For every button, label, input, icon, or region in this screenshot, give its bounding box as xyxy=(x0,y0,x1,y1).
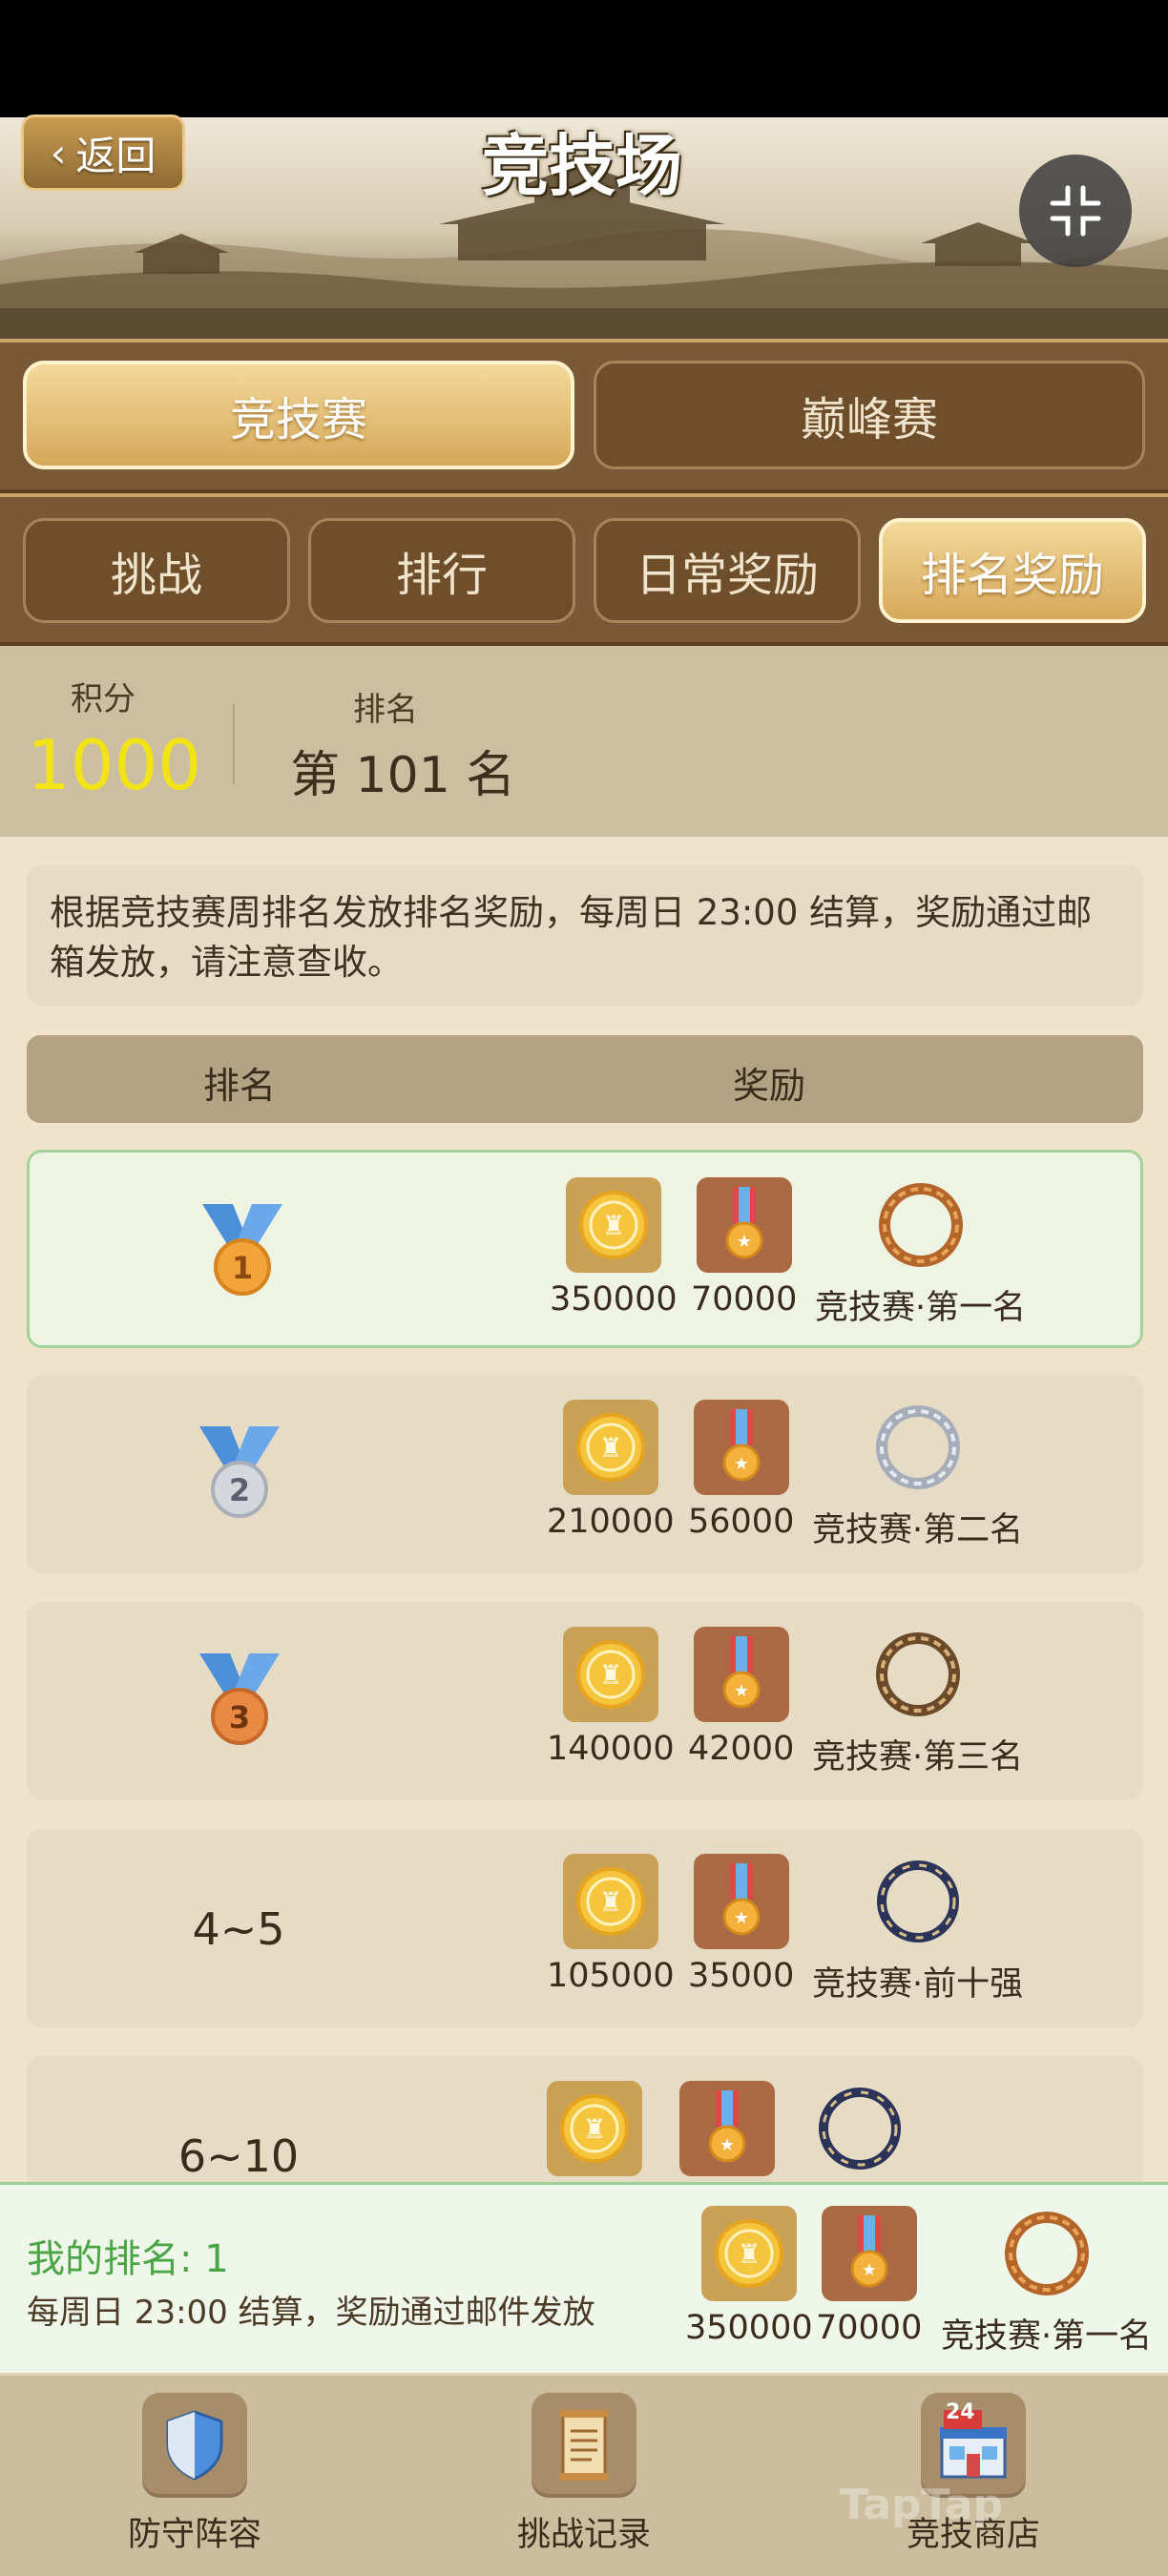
column-header-reward: 奖励 xyxy=(733,1065,806,1107)
my-frame-name: 竞技赛·第一名 xyxy=(941,2317,1153,2356)
my-rank-desc: 每周日 23:00 结算，奖励通过邮件发放 xyxy=(27,2294,595,2332)
watermark: TapTap xyxy=(840,2481,1004,2529)
nav-label: 防守阵容 xyxy=(127,2516,261,2554)
medal-amount: 56000 xyxy=(688,1503,795,1541)
shield-icon xyxy=(142,2393,247,2498)
medal-icon: ★ xyxy=(693,1854,789,1949)
status-bar xyxy=(0,0,1168,117)
table-row: 4~5 ♜ 105000 ★ 35000 竞技赛·前十强 xyxy=(27,1829,1143,2027)
medal-icon: ★ xyxy=(693,1400,789,1495)
collapse-button[interactable] xyxy=(1019,155,1132,267)
medal-icon: ★ xyxy=(696,1177,792,1273)
scroll-icon xyxy=(532,2393,636,2498)
tab-leaderboard[interactable]: 排行 xyxy=(308,518,575,623)
medal-icon: ★ xyxy=(693,1627,789,1722)
table-row: 2 ♜ 210000 ★ 56000 竞技赛·第二名 xyxy=(27,1375,1143,1573)
navy-frame-icon xyxy=(870,1854,966,1949)
frame-name: 竞技赛·第三名 xyxy=(812,1738,1024,1776)
svg-text:★: ★ xyxy=(734,1908,749,1928)
svg-text:★: ★ xyxy=(734,1681,749,1701)
nav-arena-shop[interactable]: 24 竞技商店 xyxy=(868,2393,1078,2556)
rank-range: 4~5 xyxy=(192,1903,285,1955)
coin-icon: ♜ xyxy=(700,2206,797,2301)
medal-icon: ★ xyxy=(821,2206,917,2301)
table-row: 1 ♜ 350000 ★ 70000 竞技赛·第一名 xyxy=(27,1150,1143,1348)
svg-text:★: ★ xyxy=(862,2260,877,2280)
svg-text:★: ★ xyxy=(737,1232,752,1252)
coin-amount: 350000 xyxy=(550,1280,678,1319)
table-header: 排名 奖励 xyxy=(27,1035,1143,1123)
tab-arena-match[interactable]: 竞技赛 xyxy=(23,361,574,469)
chevron-left-icon: ‹ xyxy=(50,129,67,177)
my-coin-amount: 350000 xyxy=(685,2309,813,2347)
svg-text:♜: ♜ xyxy=(598,1659,622,1691)
coin-icon: ♜ xyxy=(562,1854,658,1949)
page-title: 竞技场 xyxy=(482,127,682,205)
medal-amount: 42000 xyxy=(688,1730,795,1768)
gold-frame-icon xyxy=(999,2206,1095,2301)
tab-rank-rewards[interactable]: 排名奖励 xyxy=(879,518,1146,623)
svg-text:♜: ♜ xyxy=(601,1210,625,1241)
medal-amount: 35000 xyxy=(688,1957,795,1995)
shop-badge: 24 xyxy=(946,2400,975,2424)
nav-defense-lineup[interactable]: 防守阵容 xyxy=(90,2393,300,2556)
svg-text:♜: ♜ xyxy=(598,1432,622,1464)
svg-text:♜: ♜ xyxy=(598,1886,622,1918)
bronze-medal-icon: 3 xyxy=(199,1653,280,1745)
bottom-nav: 防守阵容 挑战记录 24 竞技商店 xyxy=(0,2373,1168,2576)
coin-amount: 105000 xyxy=(547,1957,675,1995)
bronze-frame-icon xyxy=(870,1627,966,1722)
frame-name: 竞技赛·前十强 xyxy=(812,1965,1024,2004)
coin-icon: ♜ xyxy=(562,1400,658,1495)
rank-value: 第 101 名 xyxy=(290,747,516,804)
my-medal-amount: 70000 xyxy=(816,2309,923,2347)
tab-peak-match[interactable]: 巅峰赛 xyxy=(594,361,1145,469)
svg-text:★: ★ xyxy=(720,2135,735,2155)
svg-text:2: 2 xyxy=(229,1472,250,1508)
tab-daily-rewards[interactable]: 日常奖励 xyxy=(594,518,861,623)
column-header-rank: 排名 xyxy=(203,1065,277,1107)
gold-frame-icon xyxy=(873,1177,969,1273)
sub-tab-bar: 挑战 排行 日常奖励 排名奖励 xyxy=(0,493,1168,646)
table-row: 6~10 ♜ ★ xyxy=(27,2056,1143,2182)
frame-name: 竞技赛·第一名 xyxy=(815,1289,1027,1327)
silver-frame-icon xyxy=(870,1400,966,1495)
coin-amount: 140000 xyxy=(547,1730,675,1768)
nav-label: 挑战记录 xyxy=(516,2516,651,2554)
svg-text:♜: ♜ xyxy=(582,2113,606,2145)
divider xyxy=(233,703,235,785)
medal-amount: 70000 xyxy=(691,1280,798,1319)
nav-challenge-records[interactable]: 挑战记录 xyxy=(479,2393,689,2556)
mode-tab-bar: 竞技赛 巅峰赛 xyxy=(0,339,1168,493)
coin-icon: ♜ xyxy=(547,2081,642,2176)
back-label: 返回 xyxy=(75,132,156,179)
my-rank-title: 我的排名: 1 xyxy=(27,2237,229,2281)
score-label: 积分 xyxy=(71,680,136,718)
gold-medal-icon: 1 xyxy=(202,1204,282,1296)
tab-challenge[interactable]: 挑战 xyxy=(23,518,290,623)
collapse-arrows-icon xyxy=(1050,185,1101,237)
medal-icon: ★ xyxy=(679,2081,775,2176)
coin-icon: ♜ xyxy=(562,1627,658,1722)
svg-text:★: ★ xyxy=(734,1454,749,1474)
back-button[interactable]: ‹ 返回 xyxy=(21,114,185,191)
score-value: 1000 xyxy=(27,725,202,805)
silver-medal-icon: 2 xyxy=(199,1426,280,1518)
svg-text:3: 3 xyxy=(229,1699,250,1735)
frame-name: 竞技赛·第二名 xyxy=(812,1511,1024,1549)
svg-text:1: 1 xyxy=(232,1250,253,1286)
coin-icon: ♜ xyxy=(565,1177,661,1273)
svg-text:♜: ♜ xyxy=(737,2238,761,2270)
reward-notice: 根据竞技赛周排名发放排名奖励，每周日 23:00 结算，奖励通过邮箱发放，请注意… xyxy=(27,865,1143,1007)
navy-frame-icon xyxy=(812,2081,907,2176)
table-row: 3 ♜ 140000 ★ 42000 竞技赛·第三名 xyxy=(27,1602,1143,1800)
coin-amount: 210000 xyxy=(547,1503,675,1541)
rank-range: 6~10 xyxy=(177,2130,300,2182)
rank-label: 排名 xyxy=(353,691,418,729)
